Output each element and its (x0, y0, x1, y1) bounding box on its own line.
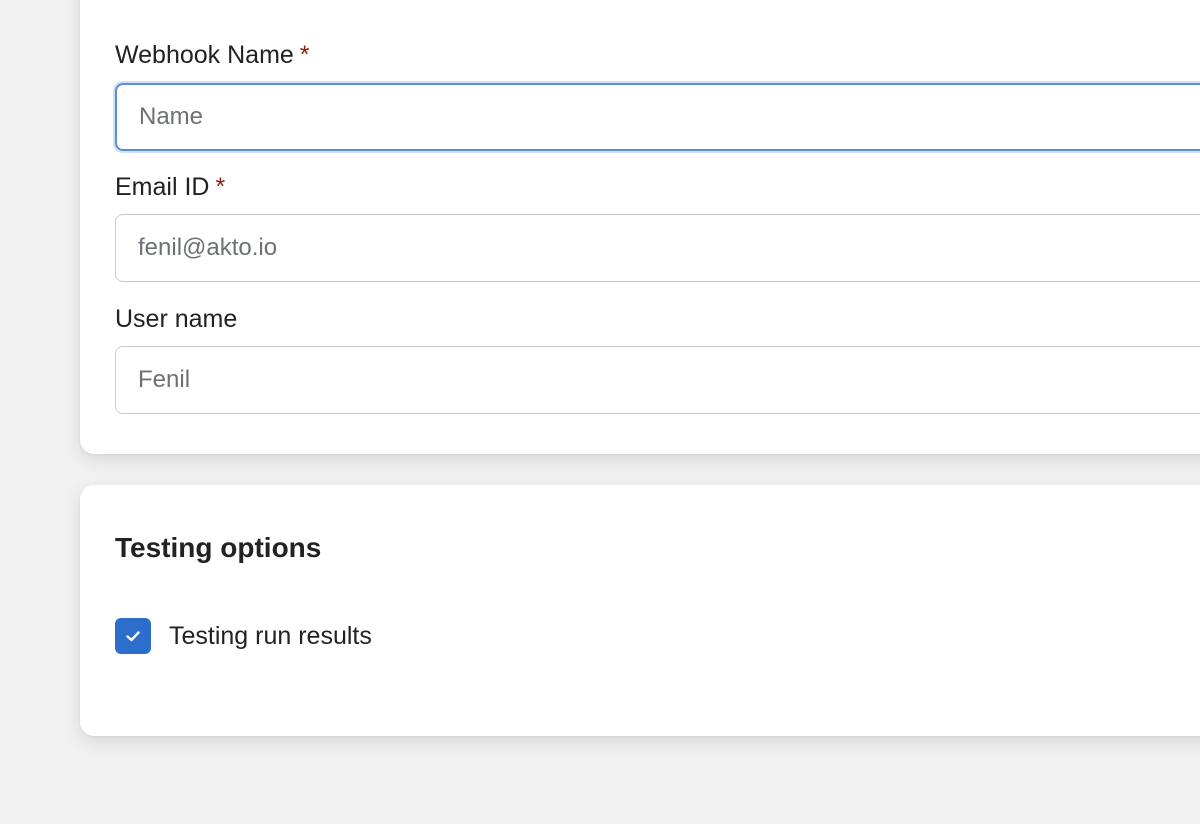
webhook-name-label-text: Webhook Name (115, 41, 294, 69)
webhook-name-input[interactable] (115, 83, 1200, 151)
user-name-label: User name (115, 304, 237, 334)
required-asterisk: * (215, 173, 226, 201)
testing-options-title: Testing options (115, 532, 322, 563)
email-id-label-text: Email ID (115, 173, 210, 201)
user-name-input[interactable] (115, 346, 1200, 414)
testing-run-results-label: Testing run results (169, 621, 372, 650)
required-asterisk: * (299, 41, 310, 69)
testing-run-results-option[interactable]: Testing run results (115, 618, 372, 654)
user-name-label-text: User name (115, 305, 238, 333)
email-id-label: Email ID * (115, 172, 225, 202)
email-id-input[interactable] (115, 214, 1200, 282)
testing-run-results-checkbox[interactable] (115, 618, 151, 654)
webhook-name-label: Webhook Name * (115, 40, 310, 70)
checkmark-icon (126, 631, 140, 642)
testing-options-card: Testing options Testing run results (80, 485, 1200, 736)
webhook-details-card: Webhook Name* Email ID* User name (80, 0, 1200, 454)
